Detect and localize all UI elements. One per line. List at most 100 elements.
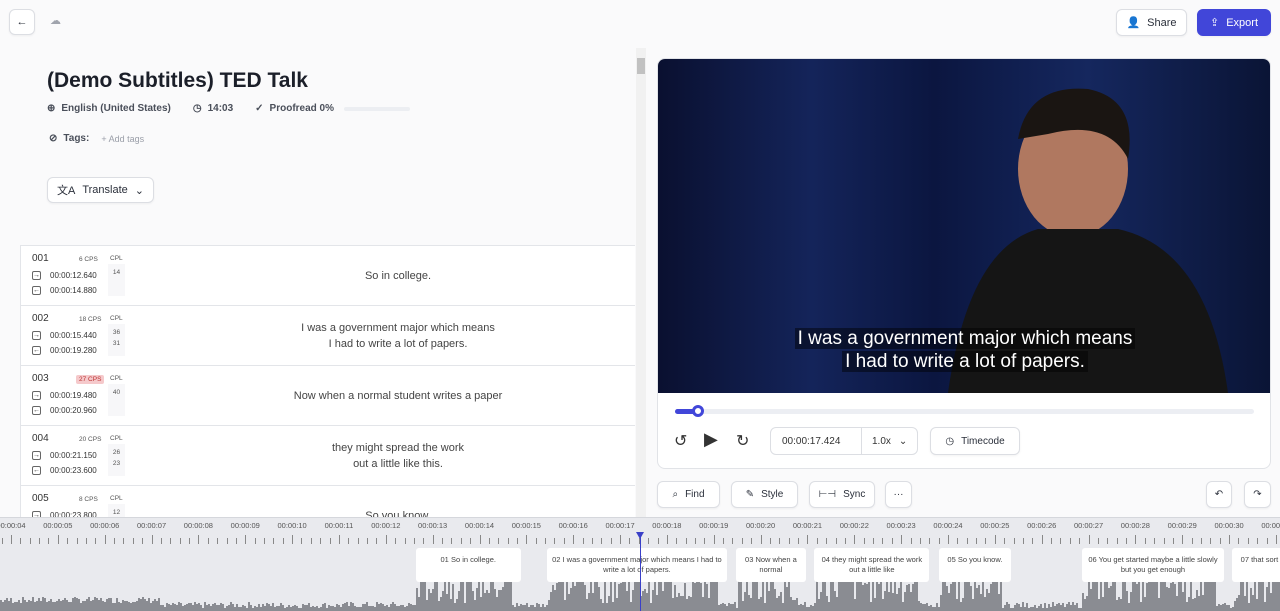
tick <box>235 538 237 544</box>
export-button[interactable]: ⇪ Export <box>1197 9 1271 36</box>
tick <box>554 538 556 544</box>
subtitle-text[interactable]: So in college. <box>161 246 635 305</box>
language-label: English (United States) <box>61 103 171 114</box>
start-time[interactable]: → 00:00:15.440 <box>32 331 97 340</box>
tick <box>67 538 69 544</box>
subtitle-row[interactable]: 004 20 CPS CPL 26 23 → 00:00:21.150 ← 00:00… <box>20 426 635 486</box>
timeline[interactable]: 00:00:04 00:00:05 00:00:06 00:00:07 00:00:08… <box>0 517 1280 611</box>
caption-block[interactable]: 04 they might spread the work out a litt… <box>814 548 930 582</box>
subtitle-line: So you know. <box>365 509 431 518</box>
tick <box>263 538 265 544</box>
seek-handle[interactable] <box>692 405 705 417</box>
caption-block[interactable]: 03 Now when a normal <box>736 548 806 582</box>
tick <box>282 538 284 544</box>
subtitle-text[interactable]: I was a government major which means I ha… <box>161 306 635 365</box>
start-time[interactable]: → 00:00:21.150 <box>32 451 97 460</box>
end-time[interactable]: ← 00:00:23.600 <box>32 466 97 475</box>
timecode-input[interactable]: 00:00:17.424 <box>771 428 861 454</box>
time-label: 00:00:12 <box>371 521 401 530</box>
row-number: 001 <box>32 253 49 264</box>
scrollbar[interactable] <box>636 48 646 517</box>
tick <box>1275 535 1277 544</box>
subtitle-text[interactable]: Now when a normal student writes a paper <box>161 366 635 425</box>
clock-icon: ◷ <box>945 435 955 447</box>
speed-select[interactable]: 1.0x ⌄ <box>861 428 917 454</box>
tick <box>460 538 462 544</box>
end-time[interactable]: ← 00:00:14.880 <box>32 286 97 295</box>
cps-badge: 8 CPS <box>79 496 98 503</box>
start-time[interactable]: → 00:00:19.480 <box>32 391 97 400</box>
style-button[interactable]: ✎ Style <box>731 481 798 508</box>
subtitle-text[interactable]: they might spread the work out a little l… <box>161 426 635 485</box>
tick <box>1191 538 1193 544</box>
tick <box>526 535 528 544</box>
tick <box>20 538 22 544</box>
find-button[interactable]: ⌕ Find <box>657 481 720 508</box>
seek-slider[interactable] <box>675 405 1254 417</box>
undo-button[interactable]: ↶ <box>1206 481 1232 508</box>
end-time[interactable]: ← 00:00:20.960 <box>32 406 97 415</box>
cpl-label: CPL <box>110 375 123 382</box>
rewind-icon[interactable]: ↺ <box>674 431 687 451</box>
tags-row: ⊘ Tags: + Add tags <box>49 133 145 144</box>
share-button[interactable]: 👤 Share <box>1116 9 1187 36</box>
caption-block[interactable]: 05 So you know. <box>938 548 1012 582</box>
caption-block[interactable]: 01 So in college. <box>415 548 521 582</box>
tick <box>601 538 603 544</box>
cpl-value: 12 <box>112 509 121 516</box>
tick <box>1051 538 1053 544</box>
tick <box>226 538 228 544</box>
tick <box>1219 538 1221 544</box>
tick <box>620 535 622 544</box>
start-time-icon: → <box>32 271 41 280</box>
start-time-icon: → <box>32 391 41 400</box>
sync-button[interactable]: ⊢⊣ Sync <box>809 481 875 508</box>
redo-button[interactable]: ↷ <box>1244 481 1271 508</box>
timecode-button[interactable]: ◷ Timecode <box>930 427 1020 455</box>
tick <box>189 538 191 544</box>
tick <box>1144 538 1146 544</box>
subtitle-row[interactable]: 003 27 CPS CPL 40 → 00:00:19.480 ← 00:00:2… <box>20 366 635 426</box>
video-frame[interactable]: I was a government major which means I ha… <box>658 59 1270 393</box>
subtitle-row[interactable]: 005 8 CPS CPL 12 →00:00:23.800 ← So you … <box>20 486 635 517</box>
back-button[interactable]: ← <box>9 9 35 35</box>
play-icon[interactable]: ▶ <box>704 429 718 450</box>
tick <box>179 538 181 544</box>
tick <box>217 538 219 544</box>
subtitle-row[interactable]: 001 6 CPS CPL 14 → 00:00:12.640 ← 00:00:14… <box>20 246 635 306</box>
tick <box>151 535 153 544</box>
subtitle-list: 001 6 CPS CPL 14 → 00:00:12.640 ← 00:00:14… <box>20 245 635 517</box>
subtitle-row[interactable]: 002 18 CPS CPL 36 31 → 00:00:15.440 ← 00:00… <box>20 306 635 366</box>
subtitle-line: out a little like this. <box>353 457 443 470</box>
add-tags-button[interactable]: + Add tags <box>101 134 144 144</box>
caption-block[interactable]: 07 that sort of things s <box>1232 548 1280 582</box>
subtitle-text[interactable]: So you know. <box>161 486 635 518</box>
tick <box>48 538 50 544</box>
tick <box>1200 538 1202 544</box>
forward-icon[interactable]: ↻ <box>736 431 749 451</box>
caption-block[interactable]: 06 You get started maybe a little slowly… <box>1081 548 1225 582</box>
time-label: 00:00:21 <box>792 521 823 530</box>
tick <box>751 538 753 544</box>
end-time-icon: ← <box>32 346 41 355</box>
end-time-icon: ← <box>32 286 41 295</box>
cpl-value: 14 <box>112 269 121 276</box>
start-time[interactable]: → 00:00:12.640 <box>32 271 97 280</box>
tick <box>723 538 725 544</box>
tick <box>76 538 78 544</box>
row-number: 003 <box>32 373 49 384</box>
time-label: 00:00:24 <box>933 521 963 530</box>
time-label: 00:00:11 <box>324 521 354 530</box>
translate-dropdown[interactable]: 文A Translate ⌄ <box>47 177 154 203</box>
time-label: 00:00:17 <box>605 521 635 530</box>
playhead[interactable] <box>635 532 644 611</box>
tick <box>376 538 378 544</box>
tick <box>545 538 547 544</box>
tick <box>713 535 715 544</box>
tick <box>685 538 687 544</box>
more-button[interactable]: ··· <box>885 481 912 508</box>
tick <box>1163 538 1165 544</box>
timecode-field[interactable]: 00:00:17.424 1.0x ⌄ <box>770 427 918 455</box>
caption-block[interactable]: 02 I was a government major which means … <box>546 548 727 582</box>
end-time[interactable]: ← 00:00:19.280 <box>32 346 97 355</box>
